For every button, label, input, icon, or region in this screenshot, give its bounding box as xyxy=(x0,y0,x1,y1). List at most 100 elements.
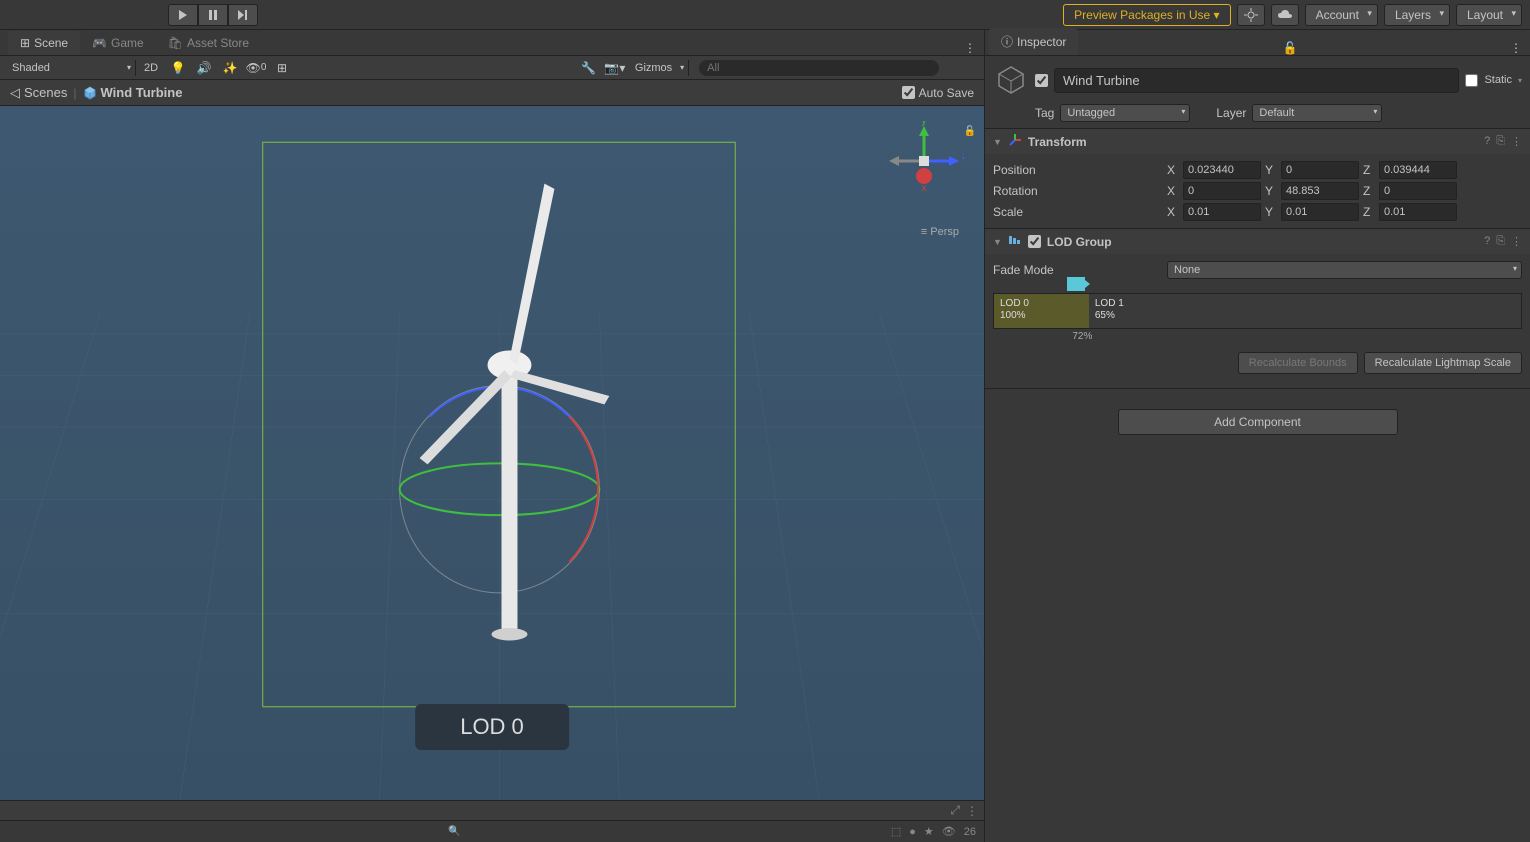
layers-dropdown[interactable]: Layers xyxy=(1384,4,1450,26)
scale-label: Scale xyxy=(993,205,1163,219)
inspector-panel: ⓘ Inspector 🔓 ⋮ Static ▾ Tag Untagged Lay… xyxy=(985,30,1530,842)
breadcrumb-scenes-label: Scenes xyxy=(24,85,67,100)
scene-icon: ⊞ xyxy=(20,36,30,50)
tab-scene[interactable]: ⊞ Scene xyxy=(8,31,80,55)
preview-packages-button[interactable]: Preview Packages in Use ▾ xyxy=(1063,4,1230,26)
rotation-z-input[interactable] xyxy=(1379,182,1457,200)
fx-icon[interactable]: ✨ xyxy=(218,58,242,78)
scene-panel-tabs: ⊞ Scene 🎮Game 🛍 Asset Store ⋮ xyxy=(0,30,984,56)
shading-mode-dropdown[interactable]: Shaded xyxy=(6,60,136,76)
favorite-icon[interactable]: ● xyxy=(909,826,916,838)
top-toolbar: Preview Packages in Use ▾ Account Layers… xyxy=(0,0,1530,30)
tab-options-icon[interactable]: ⋮ xyxy=(956,41,984,55)
pause-button[interactable] xyxy=(198,4,228,26)
add-component-button[interactable]: Add Component xyxy=(1118,409,1398,435)
orientation-gizmo[interactable]: y z x xyxy=(884,121,964,201)
tag-dropdown[interactable]: Untagged xyxy=(1060,104,1190,122)
rotation-y-input[interactable] xyxy=(1281,182,1359,200)
scene-search-input[interactable] xyxy=(699,60,939,76)
account-dropdown[interactable]: Account xyxy=(1305,4,1378,26)
menu-icon[interactable]: ⋮ xyxy=(1511,235,1522,248)
static-checkbox[interactable] xyxy=(1465,74,1478,87)
transform-header[interactable]: ▼ Transform ? ⎘ ⋮ xyxy=(985,129,1530,154)
recalculate-lightmap-button[interactable]: Recalculate Lightmap Scale xyxy=(1364,352,1522,374)
expand-icon[interactable]: ⤢ xyxy=(950,803,960,818)
svg-text:y: y xyxy=(922,121,927,127)
play-button[interactable] xyxy=(168,4,198,26)
lodgroup-header[interactable]: ▼ LOD Group ?⎘⋮ xyxy=(985,229,1530,254)
object-name-input[interactable] xyxy=(1054,68,1459,93)
scene-viewport[interactable]: y z x 🔓 ≡ Persp LOD 0 xyxy=(0,106,984,800)
expand-arrow-icon: ▼ xyxy=(993,137,1002,147)
inspector-lock-icon[interactable]: 🔓 xyxy=(1277,41,1304,55)
help-icon[interactable]: ? xyxy=(1484,235,1490,248)
help-icon[interactable]: ? xyxy=(1484,135,1490,148)
grid-icon[interactable]: ⊞ xyxy=(270,58,294,78)
scale-y-input[interactable] xyxy=(1281,203,1359,221)
transform-title: Transform xyxy=(1028,135,1478,149)
recalculate-bounds-button[interactable]: Recalculate Bounds xyxy=(1238,352,1358,374)
tab-asset-store[interactable]: 🛍 Asset Store xyxy=(156,31,261,55)
static-label: Static xyxy=(1484,74,1512,86)
lod0-segment[interactable]: LOD 0100% xyxy=(994,294,1089,328)
menu-icon[interactable]: ⋮ xyxy=(1511,135,1522,148)
scale-z-input[interactable] xyxy=(1379,203,1457,221)
search-icon[interactable]: 🔍 xyxy=(448,826,460,837)
tab-scene-label: Scene xyxy=(34,36,68,50)
breadcrumb-scenes[interactable]: ◁ Scenes xyxy=(10,85,67,101)
object-header: Static ▾ Tag Untagged Layer Default xyxy=(985,56,1530,129)
options-icon[interactable]: ⋮ xyxy=(966,804,978,818)
preset-icon[interactable]: ⎘ xyxy=(1496,235,1505,248)
tools-icon[interactable]: 🔧 xyxy=(577,58,601,78)
visibility-icon[interactable]: 👁 xyxy=(942,825,956,838)
preset-icon[interactable]: ⎘ xyxy=(1496,135,1505,148)
lod1-segment[interactable]: LOD 165% xyxy=(1089,294,1521,328)
tab-game-label: Game xyxy=(111,36,144,50)
lod-camera-icon[interactable] xyxy=(1067,277,1085,291)
perspective-label[interactable]: ≡ Persp xyxy=(921,226,959,238)
lodgroup-icon xyxy=(1008,233,1022,250)
position-x-input[interactable] xyxy=(1183,161,1261,179)
lodgroup-component: ▼ LOD Group ?⎘⋮ Fade Mode None LOD 0100%… xyxy=(985,229,1530,389)
layer-dropdown[interactable]: Default xyxy=(1252,104,1382,122)
inspector-options-icon[interactable]: ⋮ xyxy=(1502,41,1530,55)
hierarchy-icon[interactable]: ⬚ xyxy=(891,825,901,838)
object-enabled-checkbox[interactable] xyxy=(1035,74,1048,87)
lock-icon[interactable]: 🔓 xyxy=(964,126,976,137)
scene-toolbar: Shaded 2D 💡 🔊 ✨ 👁0 ⊞ 🔧 📷▾ Gizmos xyxy=(0,56,984,80)
step-button[interactable] xyxy=(228,4,258,26)
lod-bar[interactable]: LOD 0100% LOD 165% xyxy=(993,293,1522,329)
position-y-input[interactable] xyxy=(1281,161,1359,179)
tab-inspector[interactable]: ⓘ Inspector xyxy=(989,28,1078,55)
lod-overlay-label: LOD 0 xyxy=(415,704,569,750)
hidden-count: 0 xyxy=(261,62,267,73)
lighting-icon[interactable]: 💡 xyxy=(166,58,190,78)
camera-icon[interactable]: 📷▾ xyxy=(603,58,627,78)
tab-asset-store-label: Asset Store xyxy=(187,36,249,50)
auto-save-checkbox[interactable]: Auto Save xyxy=(902,86,974,100)
unity-icon: ◁ xyxy=(10,85,20,101)
breadcrumb-object[interactable]: Wind Turbine xyxy=(83,85,183,100)
play-controls xyxy=(168,4,258,26)
info-icon: ⓘ xyxy=(1001,33,1013,50)
rotation-x-input[interactable] xyxy=(1183,182,1261,200)
scale-x-input[interactable] xyxy=(1183,203,1261,221)
position-z-input[interactable] xyxy=(1379,161,1457,179)
store-icon: 🛍 xyxy=(168,36,183,50)
breadcrumb: ◁Scenes | Wind Turbine Auto Save xyxy=(0,80,984,106)
layout-dropdown[interactable]: Layout xyxy=(1456,4,1522,26)
fade-mode-dropdown[interactable]: None xyxy=(1167,261,1522,279)
tab-inspector-label: Inspector xyxy=(1017,35,1066,49)
tab-game[interactable]: 🎮Game xyxy=(80,31,156,55)
audio-icon[interactable]: 🔊 xyxy=(192,58,216,78)
transform-component: ▼ Transform ?⎘⋮ Position X Y Z Rotation … xyxy=(985,129,1530,229)
cloud-icon[interactable] xyxy=(1271,4,1299,26)
hidden-objects-icon[interactable]: 👁0 xyxy=(244,58,268,78)
gizmos-dropdown[interactable]: Gizmos xyxy=(629,60,689,76)
svg-text:z: z xyxy=(962,151,964,162)
star-icon[interactable]: ★ xyxy=(924,825,934,838)
layer-label: Layer xyxy=(1216,106,1246,120)
collab-icon[interactable] xyxy=(1237,4,1265,26)
lodgroup-enabled-checkbox[interactable] xyxy=(1028,235,1041,248)
2d-toggle[interactable]: 2D xyxy=(138,60,164,76)
